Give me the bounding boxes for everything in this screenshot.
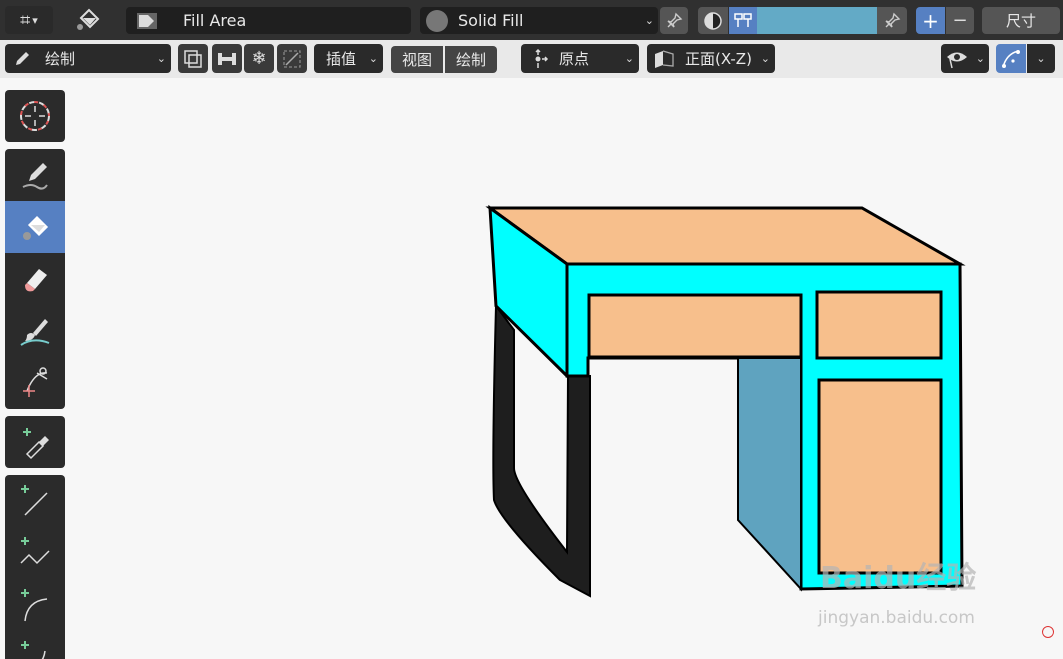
overlay-toggle[interactable] bbox=[996, 44, 1026, 73]
overlay-dropdown[interactable]: ⌄ bbox=[1027, 44, 1055, 73]
fill-tool-icon bbox=[68, 2, 108, 38]
mode-label: 绘制 bbox=[45, 50, 76, 68]
snowflake-icon: ❄ bbox=[251, 48, 267, 69]
fill-mode-field[interactable]: Fill Area bbox=[126, 7, 411, 34]
fill-type-label: Solid Fill bbox=[458, 11, 524, 30]
add-button[interactable]: + bbox=[916, 7, 945, 34]
dumbbell-icon bbox=[217, 50, 237, 68]
view-label: 视图 bbox=[401, 51, 432, 69]
chevron-down-icon: ⌄ bbox=[1036, 52, 1046, 65]
desk-inner-panel bbox=[737, 357, 802, 592]
fill-type-dropdown[interactable]: Solid Fill ⌄ bbox=[420, 7, 658, 34]
pencil-icon bbox=[13, 50, 31, 68]
interpolate-label: 插值 bbox=[326, 50, 357, 68]
color-attribute-button[interactable] bbox=[729, 7, 757, 34]
desk-drawer-left bbox=[587, 293, 803, 359]
draw-label: 绘制 bbox=[455, 51, 486, 69]
pin-icon bbox=[665, 12, 683, 30]
fill-mode-icon bbox=[136, 12, 158, 30]
orientation-label: 正面(X-Z) bbox=[685, 50, 752, 68]
desk-drawer-right bbox=[815, 290, 943, 360]
draw-menu[interactable]: 绘制 bbox=[445, 46, 497, 73]
pin-button[interactable] bbox=[660, 7, 688, 34]
multiframe-button[interactable] bbox=[178, 44, 208, 73]
minus-icon: − bbox=[952, 10, 968, 31]
origin-dropdown[interactable]: 原点 ⌄ bbox=[521, 44, 639, 73]
cursor-indicator bbox=[1042, 626, 1054, 638]
curve-icon bbox=[1001, 49, 1021, 69]
chevron-down-icon: ⌄ bbox=[975, 52, 985, 65]
desk-top bbox=[485, 206, 966, 266]
dashed-curve-icon bbox=[282, 49, 302, 69]
material-sphere-icon bbox=[426, 9, 448, 32]
color-wheel-icon bbox=[703, 11, 723, 31]
origin-label: 原点 bbox=[559, 50, 590, 68]
color-mode-button[interactable] bbox=[698, 7, 728, 34]
pin-icon bbox=[883, 12, 901, 30]
size-button[interactable]: 尺寸 bbox=[982, 7, 1060, 34]
mode-dropdown[interactable]: 绘制 ⌄ bbox=[5, 44, 171, 73]
grid-icon: ⌗ bbox=[20, 9, 31, 31]
interpolate-dropdown[interactable]: 插值 ⌄ bbox=[314, 44, 383, 73]
chevron-down-icon: ⌄ bbox=[368, 52, 378, 65]
view-menu[interactable]: 视图 bbox=[391, 46, 443, 73]
visibility-dropdown[interactable]: ⌄ bbox=[941, 44, 989, 73]
size-label: 尺寸 bbox=[1005, 12, 1036, 30]
remove-button[interactable]: − bbox=[946, 7, 974, 34]
watermark-logo: Baidu经验 bbox=[820, 545, 976, 605]
watermark-url-box: jingyan.baidu.com bbox=[818, 608, 975, 628]
autolock-button[interactable] bbox=[212, 44, 242, 73]
transform-pivot-icon bbox=[527, 48, 549, 70]
pin-button[interactable] bbox=[877, 7, 907, 34]
color-swatch[interactable] bbox=[757, 7, 877, 34]
grid-options-dropdown[interactable]: ⌗ ▾ bbox=[5, 6, 53, 34]
chevron-down-icon: ⌄ bbox=[760, 52, 770, 65]
plus-icon: + bbox=[922, 8, 939, 33]
eye-icon bbox=[946, 49, 968, 69]
view-plane-icon bbox=[653, 49, 675, 69]
stroke-select-button[interactable] bbox=[277, 44, 307, 73]
orientation-dropdown[interactable]: 正面(X-Z) ⌄ bbox=[647, 44, 775, 73]
layers-icon bbox=[184, 49, 202, 68]
node-icon bbox=[733, 12, 753, 30]
fill-mode-label: Fill Area bbox=[183, 11, 247, 30]
freeze-button[interactable]: ❄ bbox=[244, 44, 274, 73]
chevron-down-icon: ⌄ bbox=[624, 52, 634, 65]
chevron-down-icon: ▾ bbox=[32, 13, 38, 27]
watermark-brand: Baidu经验 bbox=[820, 561, 977, 596]
chevron-down-icon: ⌄ bbox=[156, 52, 166, 65]
watermark-url: jingyan.baidu.com bbox=[818, 608, 975, 628]
chevron-down-icon: ⌄ bbox=[644, 14, 654, 27]
